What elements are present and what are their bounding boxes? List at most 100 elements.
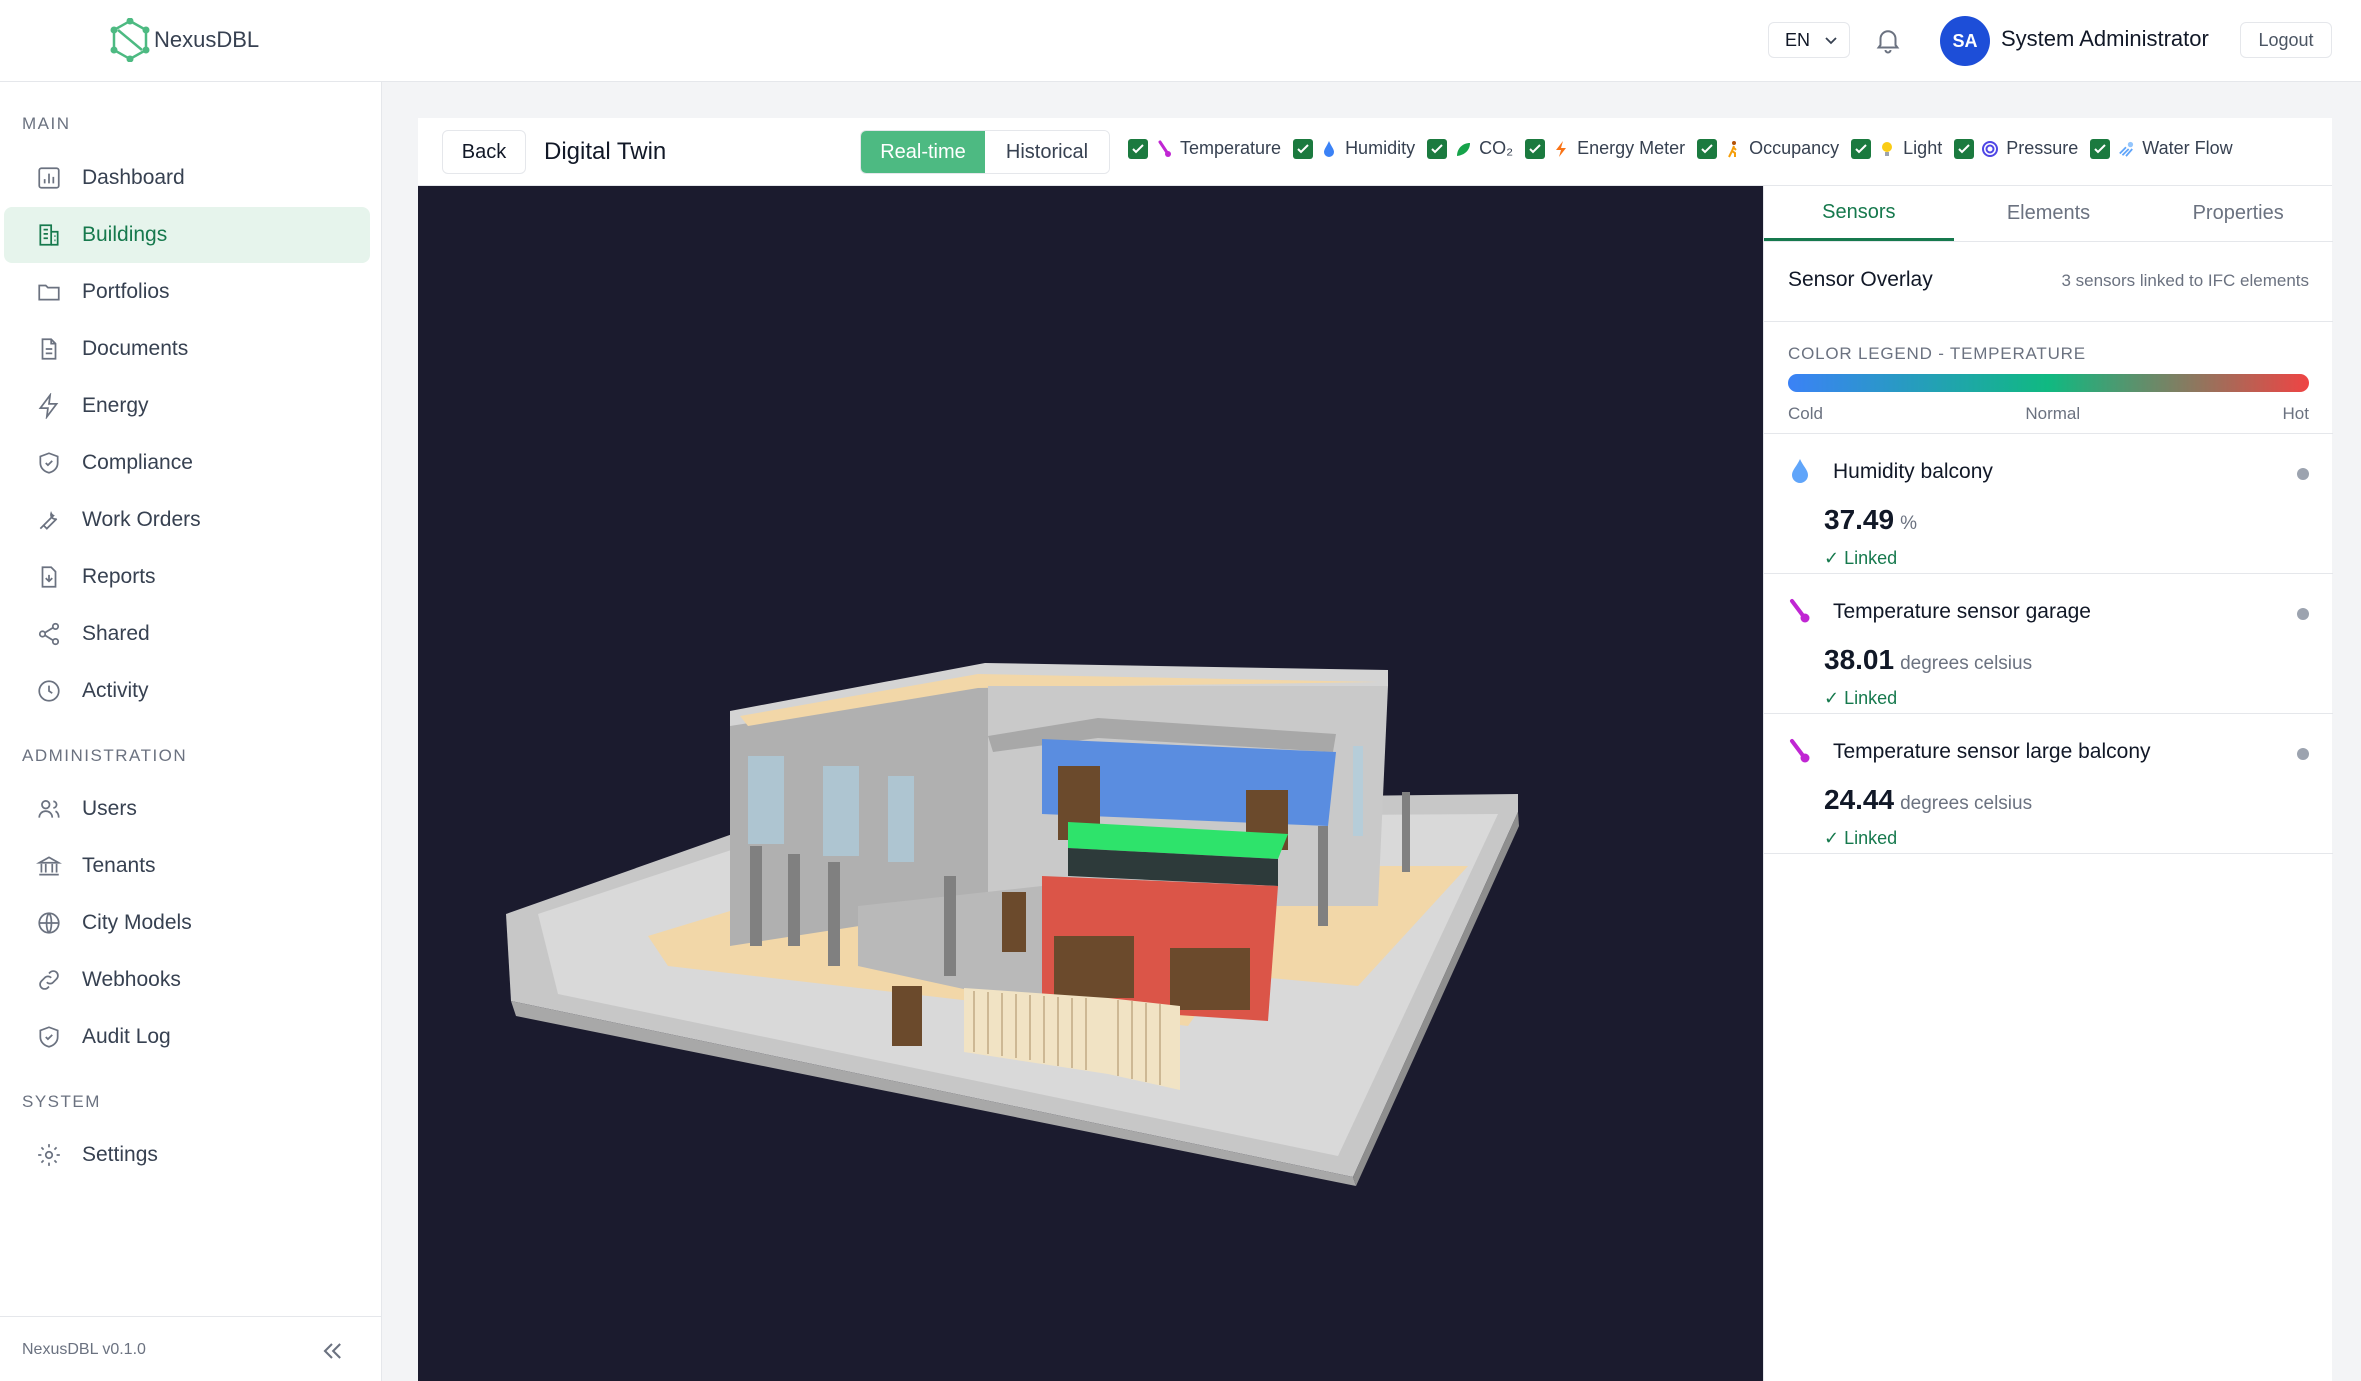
back-button[interactable]: Back xyxy=(442,130,526,174)
chart-icon xyxy=(34,163,64,193)
sidebar-item-reports[interactable]: Reports xyxy=(4,549,370,605)
section-title-main: MAIN xyxy=(22,114,71,133)
checkbox[interactable] xyxy=(2090,138,2111,159)
sidebar-item-documents[interactable]: Documents xyxy=(4,321,370,377)
building-icon xyxy=(34,220,64,250)
sidebar-item-label: Buildings xyxy=(82,223,168,246)
sensor-name: Humidity balcony xyxy=(1833,460,1993,483)
historical-button[interactable]: Historical xyxy=(985,131,1109,173)
checkbox[interactable] xyxy=(1293,138,1314,159)
sidebar-item-label: Activity xyxy=(82,679,149,702)
thermometer-icon xyxy=(1790,739,1810,763)
wrench-icon xyxy=(34,505,64,535)
filter-energy-meter[interactable]: Energy Meter xyxy=(1525,138,1685,159)
sensor-card[interactable]: Temperature sensor large balcony 24.44 de… xyxy=(1764,714,2333,854)
sidebar-item-audit-log[interactable]: Audit Log xyxy=(4,1009,370,1065)
sidebar-item-label: Webhooks xyxy=(82,968,181,991)
language-value: EN xyxy=(1785,29,1811,50)
sensor-value-row: 24.44 degrees celsius xyxy=(1824,784,2032,816)
sensor-value: 37.49 xyxy=(1824,504,1895,535)
collapse-sidebar-icon[interactable] xyxy=(318,1337,346,1365)
filter-light[interactable]: Light xyxy=(1851,138,1942,159)
filter-humidity[interactable]: Humidity xyxy=(1293,138,1415,159)
filter-occupancy[interactable]: Occupancy xyxy=(1697,138,1839,159)
pressure-icon xyxy=(1982,140,1999,158)
tab-elements[interactable]: Elements xyxy=(1954,186,2144,241)
section-title-administration: ADMINISTRATION xyxy=(22,746,188,765)
lightning-icon xyxy=(34,391,64,421)
legend-cold: Cold xyxy=(1788,404,1823,423)
app-version: NexusDBL v0.1.0 xyxy=(22,1341,146,1358)
sidebar-item-webhooks[interactable]: Webhooks xyxy=(4,952,370,1008)
bank-icon xyxy=(34,851,64,881)
checkbox[interactable] xyxy=(1128,138,1148,159)
sidebar-item-dashboard[interactable]: Dashboard xyxy=(4,150,370,206)
sensor-value: 38.01 xyxy=(1824,644,1895,675)
checkbox[interactable] xyxy=(1851,138,1872,159)
sidebar-item-label: Users xyxy=(82,797,137,820)
sensor-value-row: 38.01 degrees celsius xyxy=(1824,644,2032,676)
sidebar-item-work-orders[interactable]: Work Orders xyxy=(4,492,370,548)
checkbox[interactable] xyxy=(1697,138,1718,159)
sidebar-item-tenants[interactable]: Tenants xyxy=(4,838,370,894)
color-legend: COLOR LEGEND - TEMPERATURE Cold Normal H… xyxy=(1764,322,2333,434)
sidebar-item-label: City Models xyxy=(82,911,192,934)
sensor-card[interactable]: Humidity balcony 37.49% ✓ Linked xyxy=(1764,434,2333,574)
logout-button[interactable]: Logout xyxy=(2240,22,2332,58)
overlay-title: Sensor Overlay xyxy=(1788,268,1933,291)
tab-sensors[interactable]: Sensors xyxy=(1764,186,1954,241)
sensor-name: Temperature sensor large balcony xyxy=(1833,740,2151,763)
gear-icon xyxy=(34,1140,64,1170)
language-select[interactable]: EN xyxy=(1768,22,1850,58)
avatar[interactable]: SA xyxy=(1940,16,1990,66)
overlay-subtitle: 3 sensors linked to IFC elements xyxy=(2061,271,2309,290)
user-name[interactable]: System Administrator xyxy=(2001,26,2209,52)
lightbulb-icon xyxy=(1879,140,1895,158)
filter-pressure[interactable]: Pressure xyxy=(1954,138,2078,159)
filter-label: Humidity xyxy=(1345,138,1416,158)
logo[interactable]: NexusDBL xyxy=(110,18,259,62)
realtime-button[interactable]: Real-time xyxy=(861,131,985,173)
link-status: ✓ Linked xyxy=(1824,688,1898,708)
filter-label: Temperature xyxy=(1180,138,1282,158)
report-icon xyxy=(34,562,64,592)
legend-normal: Normal xyxy=(2025,404,2081,423)
sidebar: MAIN Dashboard Buildings Portfolios Docu… xyxy=(0,82,382,1381)
sensor-panel: Sensors Elements Properties Sensor Overl… xyxy=(1763,186,2333,1381)
3d-viewport[interactable] xyxy=(418,186,1763,1381)
sidebar-item-label: Audit Log xyxy=(82,1025,171,1048)
checkbox[interactable] xyxy=(1525,138,1546,159)
sidebar-item-label: Energy xyxy=(82,394,149,417)
lightning-icon xyxy=(1553,140,1569,158)
sensor-value-row: 37.49% xyxy=(1824,504,1917,536)
sidebar-item-settings[interactable]: Settings xyxy=(4,1127,370,1183)
sidebar-item-buildings[interactable]: Buildings xyxy=(4,207,370,263)
sensor-value: 24.44 xyxy=(1824,784,1895,815)
sidebar-item-portfolios[interactable]: Portfolios xyxy=(4,264,370,320)
building-model[interactable] xyxy=(418,186,1763,1381)
sidebar-item-compliance[interactable]: Compliance xyxy=(4,435,370,491)
sensor-card[interactable]: Temperature sensor garage 38.01 degrees c… xyxy=(1764,574,2333,714)
logo-icon xyxy=(110,18,150,62)
link-status: ✓ Linked xyxy=(1824,548,1898,568)
sidebar-item-users[interactable]: Users xyxy=(4,781,370,837)
checkbox[interactable] xyxy=(1954,138,1975,159)
sidebar-item-city-models[interactable]: City Models xyxy=(4,895,370,951)
sidebar-item-activity[interactable]: Activity xyxy=(4,663,370,719)
legend-title: COLOR LEGEND - TEMPERATURE xyxy=(1788,344,2086,363)
tab-properties[interactable]: Properties xyxy=(2143,186,2333,241)
filter-water-flow[interactable]: Water Flow xyxy=(2090,138,2233,159)
filter-label: Light xyxy=(1903,138,1943,158)
sidebar-item-label: Documents xyxy=(82,337,189,360)
legend-hot: Hot xyxy=(2282,404,2309,423)
bell-icon[interactable] xyxy=(1873,25,1903,55)
filter-temperature[interactable]: Temperature xyxy=(1128,138,1281,159)
sensor-unit: degrees celsius xyxy=(1900,653,2033,674)
link-icon xyxy=(34,965,64,995)
status-dot xyxy=(2297,608,2309,620)
checkbox[interactable] xyxy=(1427,138,1448,159)
sidebar-item-shared[interactable]: Shared xyxy=(4,606,370,662)
thermometer-icon xyxy=(1156,140,1172,158)
filter-co2[interactable]: CO₂ xyxy=(1427,138,1513,159)
sidebar-item-energy[interactable]: Energy xyxy=(4,378,370,434)
